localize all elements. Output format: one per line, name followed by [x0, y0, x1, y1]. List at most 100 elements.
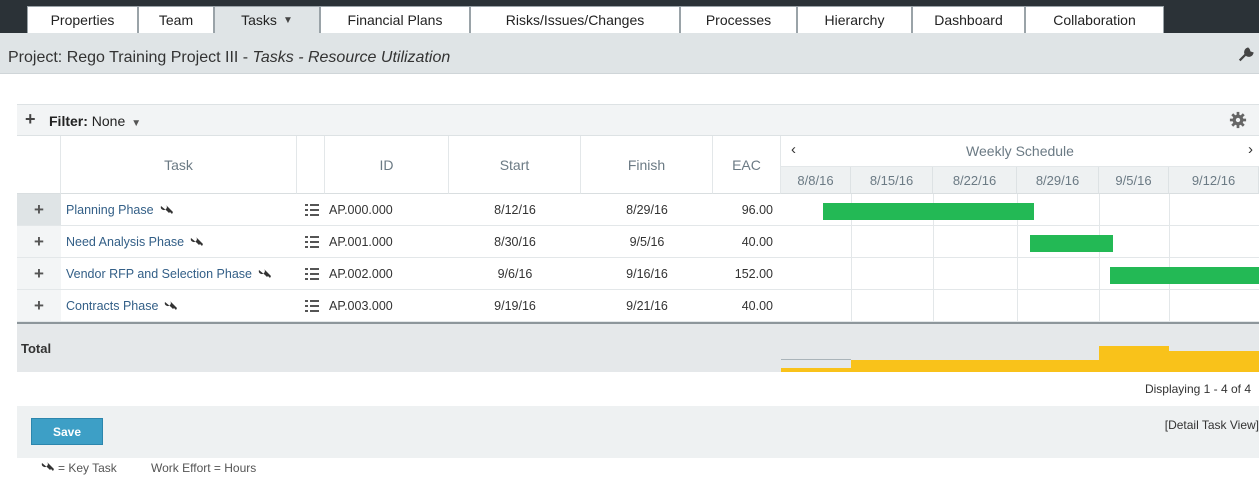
- list-icon[interactable]: [297, 258, 327, 289]
- filter-toggle[interactable]: Filter: None ▼: [49, 113, 141, 129]
- key-task-icon: [190, 236, 204, 246]
- tab-label: Team: [158, 12, 194, 28]
- week-label: 9/5/16: [1115, 172, 1152, 188]
- legend: = Key Task Work Effort = Hours: [17, 458, 1259, 478]
- expand-row-icon[interactable]: +: [17, 258, 61, 289]
- tab-risks-issues-changes[interactable]: Risks/Issues/Changes: [470, 6, 680, 33]
- filter-bar: + Filter: None ▼: [17, 104, 1259, 136]
- tab-processes[interactable]: Processes: [680, 6, 797, 33]
- list-icon[interactable]: [297, 226, 327, 257]
- project-header: Project: Rego Training Project III - Tas…: [0, 33, 1259, 74]
- task-start: 9/19/16: [494, 298, 536, 313]
- table-row: + Need Analysis Phase AP.001.000 8/30/16…: [17, 226, 1259, 258]
- chevron-down-icon: ▼: [282, 14, 293, 26]
- tab-label: Dashboard: [934, 12, 1003, 28]
- utilization-bar: [1017, 360, 1099, 372]
- tab-label: Risks/Issues/Changes: [505, 12, 645, 28]
- task-name[interactable]: Planning Phase: [61, 194, 297, 225]
- legend-work-effort: Work Effort = Hours: [151, 461, 257, 475]
- task-link[interactable]: Contracts Phase: [66, 299, 158, 313]
- task-eac: 96.00: [741, 202, 773, 217]
- column-header-task[interactable]: Task: [61, 136, 297, 194]
- tab-properties[interactable]: Properties: [27, 6, 138, 33]
- table-row: + Vendor RFP and Selection Phase AP.002.…: [17, 258, 1259, 290]
- legend-key-task: = Key Task: [58, 461, 117, 475]
- filter-label: Filter:: [49, 113, 88, 129]
- gantt-bar[interactable]: [1110, 267, 1259, 284]
- task-finish: 8/29/16: [626, 202, 668, 217]
- filter-value: None: [91, 113, 126, 129]
- utilization-bar: [851, 360, 933, 372]
- expand-row-icon[interactable]: +: [17, 290, 61, 321]
- table-row: + Contracts Phase AP.003.000 9/19/16 9/2…: [17, 290, 1259, 322]
- task-start: 8/30/16: [494, 234, 536, 249]
- task-finish: 9/16/16: [626, 266, 668, 281]
- gear-icon[interactable]: [1229, 111, 1247, 129]
- week-header: 8/15/16: [851, 167, 933, 194]
- chevron-right-icon[interactable]: ›: [1248, 141, 1253, 158]
- project-name: Project: Rego Training Project III -: [8, 49, 253, 66]
- tab-hierarchy[interactable]: Hierarchy: [797, 6, 912, 33]
- column-header-id[interactable]: ID: [325, 136, 449, 194]
- list-icon[interactable]: [297, 194, 327, 225]
- page-title: Project: Rego Training Project III - Tas…: [8, 49, 450, 67]
- tab-label: Collaboration: [1053, 12, 1136, 28]
- tab-tasks[interactable]: Tasks ▼: [214, 6, 320, 33]
- list-icon[interactable]: [297, 290, 327, 321]
- task-finish: 9/5/16: [629, 234, 665, 249]
- task-id: AP.003.000: [329, 298, 393, 313]
- gantt-bar[interactable]: [823, 203, 1034, 220]
- task-link[interactable]: Vendor RFP and Selection Phase: [66, 267, 252, 281]
- utilization-bar: [1099, 346, 1169, 372]
- task-name[interactable]: Contracts Phase: [61, 290, 297, 321]
- column-header-start[interactable]: Start: [449, 136, 581, 194]
- utilization-bar: [1169, 351, 1259, 372]
- week-header: 9/5/16: [1099, 167, 1169, 194]
- key-task-icon: [41, 462, 54, 471]
- tab-dashboard[interactable]: Dashboard: [912, 6, 1025, 33]
- total-label: Total: [21, 341, 52, 356]
- tab-financial-plans[interactable]: Financial Plans: [320, 6, 470, 33]
- week-header: 8/22/16: [933, 167, 1017, 194]
- gantt-bar[interactable]: [1030, 235, 1113, 252]
- week-header: 8/29/16: [1017, 167, 1099, 194]
- detail-task-view-link[interactable]: [Detail Task View]: [1165, 418, 1259, 432]
- column-header-finish[interactable]: Finish: [581, 136, 713, 194]
- task-eac: 40.00: [741, 298, 773, 313]
- column-label: EAC: [732, 156, 761, 173]
- tab-label: Hierarchy: [824, 12, 885, 28]
- action-bar: Save [Detail Task View]: [17, 406, 1259, 458]
- page-subtitle: Tasks - Resource Utilization: [252, 49, 451, 66]
- pagination-bar: Displaying 1 - 4 of 4: [17, 372, 1259, 408]
- save-button[interactable]: Save: [31, 418, 103, 445]
- week-label: 8/15/16: [869, 172, 914, 188]
- task-name[interactable]: Need Analysis Phase: [61, 226, 297, 257]
- tab-collaboration[interactable]: Collaboration: [1025, 6, 1164, 33]
- column-label: Finish: [627, 156, 666, 173]
- expand-row-icon[interactable]: +: [17, 226, 61, 257]
- expand-row-icon[interactable]: +: [17, 194, 61, 225]
- expand-filter-icon[interactable]: +: [25, 109, 36, 130]
- tab-team[interactable]: Team: [138, 6, 214, 33]
- column-header-list: [297, 136, 325, 194]
- tab-label: Processes: [705, 12, 772, 28]
- key-task-icon: [165, 300, 178, 310]
- tab-label: Financial Plans: [347, 12, 443, 28]
- week-label: 8/8/16: [797, 172, 834, 188]
- chevron-down-icon: ▼: [131, 118, 142, 129]
- task-finish: 9/21/16: [626, 298, 668, 313]
- wrench-icon[interactable]: [1237, 46, 1255, 64]
- tab-bar: Properties Team Tasks ▼ Financial Plans R…: [0, 0, 1259, 33]
- utilization-bar: [933, 360, 1017, 372]
- week-label: 8/22/16: [952, 172, 997, 188]
- column-header-eac[interactable]: EAC: [713, 136, 781, 194]
- task-id: AP.000.000: [329, 202, 393, 217]
- task-name[interactable]: Vendor RFP and Selection Phase: [61, 258, 297, 289]
- task-link[interactable]: Planning Phase: [66, 203, 154, 217]
- tab-label: Properties: [50, 12, 115, 28]
- task-grid: + Filter: None ▼ Task ID Start Finish EAC…: [17, 104, 1259, 475]
- task-id: AP.002.000: [329, 266, 393, 281]
- task-link[interactable]: Need Analysis Phase: [66, 235, 184, 249]
- weekly-schedule-header: ‹ Weekly Schedule ›: [781, 136, 1259, 167]
- tab-label: Tasks: [241, 12, 277, 28]
